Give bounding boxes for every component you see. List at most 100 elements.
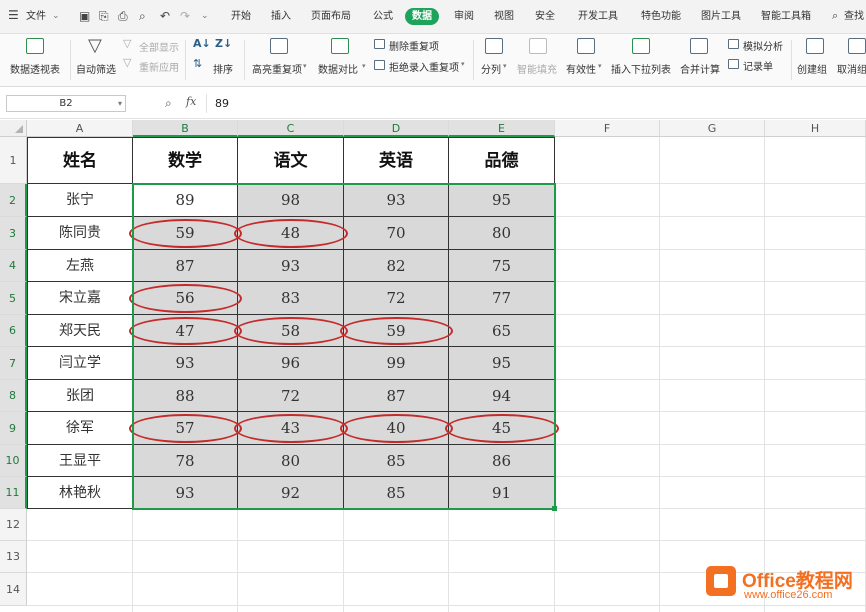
- function-icon[interactable]: fx: [186, 95, 196, 108]
- validity-icon[interactable]: [577, 38, 595, 54]
- score-cell-E9[interactable]: 45: [449, 412, 555, 445]
- row-header-2[interactable]: 2: [0, 184, 27, 217]
- score-cell-C8[interactable]: 72: [238, 380, 344, 412]
- dropdown-arrow-icon[interactable]: ▾: [362, 62, 366, 70]
- pivot-table-button[interactable]: 数据透视表: [10, 61, 60, 76]
- score-cell-E2[interactable]: 95: [449, 184, 555, 217]
- row-header-8[interactable]: 8: [0, 380, 27, 412]
- sort-custom-icon[interactable]: ⇅: [193, 57, 202, 70]
- score-cell-B11[interactable]: 93: [133, 477, 238, 509]
- undo-icon[interactable]: ↶: [160, 9, 170, 23]
- score-cell-C6[interactable]: 58: [238, 315, 344, 347]
- column-header-d[interactable]: D: [344, 120, 449, 137]
- insert-dropdown-list-icon[interactable]: [632, 38, 650, 54]
- row-header-9[interactable]: 9: [0, 412, 27, 445]
- column-header-g[interactable]: G: [660, 120, 765, 137]
- score-cell-B10[interactable]: 78: [133, 445, 238, 477]
- fill-handle[interactable]: [552, 506, 557, 511]
- score-cell-B3[interactable]: 59: [133, 217, 238, 250]
- score-cell-D4[interactable]: 82: [344, 250, 449, 282]
- create-group-icon[interactable]: [806, 38, 824, 54]
- chevron-down-icon[interactable]: ⌄: [52, 9, 60, 23]
- show-all-button[interactable]: 全部显示: [139, 39, 179, 54]
- score-cell-D5[interactable]: 72: [344, 282, 449, 315]
- tab-formulas[interactable]: 公式: [373, 0, 393, 33]
- score-cell-C7[interactable]: 96: [238, 347, 344, 380]
- dropdown-arrow-icon[interactable]: ▾: [503, 62, 507, 70]
- score-cell-D6[interactable]: 59: [344, 315, 449, 347]
- consolidate-button[interactable]: 合并计算: [680, 61, 720, 76]
- tab-features[interactable]: 特色功能: [641, 0, 681, 33]
- name-cell[interactable]: 张宁: [27, 184, 133, 217]
- tab-home[interactable]: 开始: [231, 0, 251, 33]
- name-cell[interactable]: 陈同贵: [27, 217, 133, 250]
- record-form-button[interactable]: 记录单: [743, 58, 773, 73]
- column-header-b[interactable]: B: [133, 120, 238, 137]
- select-all-corner[interactable]: [0, 120, 27, 137]
- score-cell-D11[interactable]: 85: [344, 477, 449, 509]
- dropdown-arrow-icon[interactable]: ▾: [461, 60, 465, 68]
- tab-data[interactable]: 数据: [405, 8, 439, 25]
- score-cell-B2[interactable]: 89: [133, 184, 238, 217]
- highlight-duplicates-button[interactable]: 高亮重复项: [252, 61, 302, 76]
- score-cell-B7[interactable]: 93: [133, 347, 238, 380]
- record-form-icon[interactable]: [728, 59, 739, 69]
- tab-developer[interactable]: 开发工具: [578, 0, 618, 33]
- score-cell-B5[interactable]: 56: [133, 282, 238, 315]
- reapply-button[interactable]: 重新应用: [139, 59, 179, 74]
- highlight-duplicates-icon[interactable]: [270, 38, 288, 54]
- name-cell[interactable]: 张团: [27, 380, 133, 412]
- score-cell-C4[interactable]: 93: [238, 250, 344, 282]
- score-cell-E6[interactable]: 65: [449, 315, 555, 347]
- score-cell-E10[interactable]: 86: [449, 445, 555, 477]
- menu-icon[interactable]: ☰: [8, 8, 19, 22]
- autofilter-button[interactable]: 自动筛选: [76, 61, 116, 76]
- dropdown-arrow-icon[interactable]: ▾: [598, 62, 602, 70]
- sort-button[interactable]: 排序: [213, 61, 233, 76]
- column-header-e[interactable]: E: [449, 120, 555, 137]
- chevron-down-icon[interactable]: ▾: [118, 96, 122, 111]
- sort-descending-icon[interactable]: Z↓: [215, 37, 232, 50]
- filter-icon[interactable]: ▽: [88, 35, 102, 56]
- data-compare-button[interactable]: 数据对比: [318, 61, 358, 76]
- row-header-1[interactable]: 1: [0, 137, 27, 184]
- smart-fill-button[interactable]: 智能填充: [517, 61, 557, 76]
- name-cell[interactable]: 左燕: [27, 250, 133, 282]
- consolidate-icon[interactable]: [690, 38, 708, 54]
- spreadsheet-grid[interactable]: ABCDEFGH 1 2 3 4 5 6 7 8 9 10 11 12 13 14 姓名 数学 语文 英语 品德张…: [0, 120, 866, 612]
- split-columns-button[interactable]: 分列: [481, 61, 501, 76]
- tab-security[interactable]: 安全: [535, 0, 555, 33]
- name-cell[interactable]: 闫立学: [27, 347, 133, 380]
- column-header-f[interactable]: F: [555, 120, 660, 137]
- row-header-4[interactable]: 4: [0, 250, 27, 282]
- create-group-button[interactable]: 创建组: [797, 61, 827, 76]
- preview-icon[interactable]: ⌕: [139, 9, 146, 23]
- print-icon[interactable]: ⎙: [118, 9, 128, 23]
- score-cell-D7[interactable]: 99: [344, 347, 449, 380]
- name-cell[interactable]: 王显平: [27, 445, 133, 477]
- validity-button[interactable]: 有效性: [566, 61, 596, 76]
- sort-ascending-icon[interactable]: A↓: [193, 37, 211, 50]
- score-cell-B6[interactable]: 47: [133, 315, 238, 347]
- name-cell[interactable]: 郑天民: [27, 315, 133, 347]
- score-cell-E3[interactable]: 80: [449, 217, 555, 250]
- row-header-7[interactable]: 7: [0, 347, 27, 380]
- score-cell-C5[interactable]: 83: [238, 282, 344, 315]
- row-header-11[interactable]: 11: [0, 477, 27, 509]
- ungroup-icon[interactable]: [848, 38, 866, 54]
- split-columns-icon[interactable]: [485, 38, 503, 54]
- score-cell-E8[interactable]: 94: [449, 380, 555, 412]
- zoom-icon[interactable]: ⌕: [165, 96, 172, 111]
- export-icon[interactable]: ⎘: [99, 9, 109, 23]
- score-cell-B8[interactable]: 88: [133, 380, 238, 412]
- tab-review[interactable]: 审阅: [454, 0, 474, 33]
- dropdown-arrow-icon[interactable]: ▾: [303, 62, 307, 70]
- table-header-cell[interactable]: 姓名: [27, 137, 133, 184]
- reject-duplicates-button[interactable]: 拒绝录入重复项: [389, 59, 459, 74]
- reject-duplicates-icon[interactable]: [374, 60, 385, 70]
- row-header-13[interactable]: 13: [0, 541, 27, 573]
- simulate-analysis-button[interactable]: 模拟分析: [743, 38, 783, 53]
- tab-page-layout[interactable]: 页面布局: [311, 0, 351, 33]
- score-cell-D8[interactable]: 87: [344, 380, 449, 412]
- column-header-a[interactable]: A: [27, 120, 133, 137]
